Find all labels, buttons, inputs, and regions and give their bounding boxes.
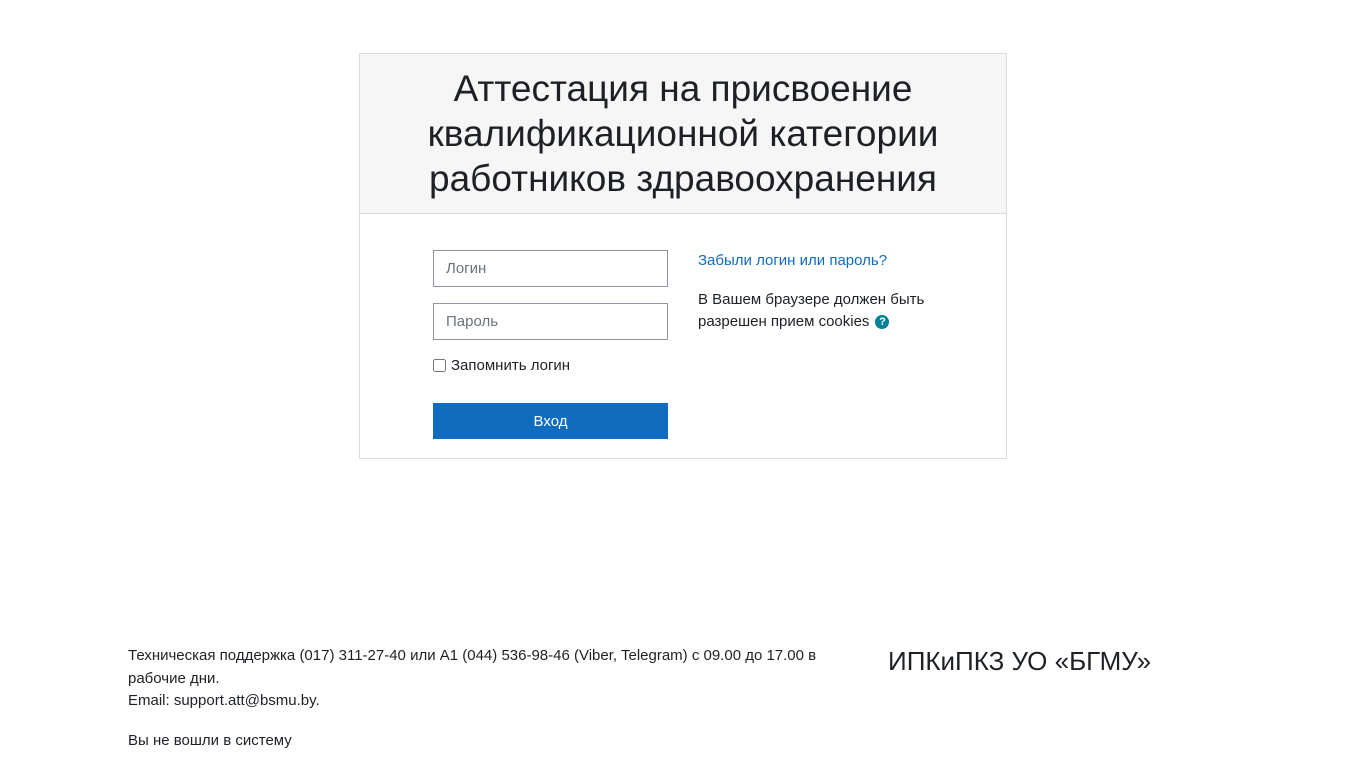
login-form: Запомнить логин Вход xyxy=(433,250,668,439)
login-button[interactable]: Вход xyxy=(433,403,668,439)
login-card: Аттестация на присвоение квалификационно… xyxy=(359,53,1007,459)
username-input[interactable] xyxy=(433,250,668,287)
remember-username-label[interactable]: Запомнить логин xyxy=(451,357,570,374)
forgot-password-link[interactable]: Забыли логин или пароль? xyxy=(698,250,948,272)
remember-username-checkbox[interactable] xyxy=(433,358,446,372)
login-side-info: Забыли логин или пароль? В Вашем браузер… xyxy=(698,250,948,333)
password-input[interactable] xyxy=(433,303,668,340)
support-text: Техническая поддержка (017) 311-27-40 ил… xyxy=(128,647,817,687)
cookies-notice-text: В Вашем браузере должен быть разрешен пр… xyxy=(698,291,925,330)
login-card-header: Аттестация на присвоение квалификационно… xyxy=(360,54,1006,214)
support-email: Email: support.att@bsmu.by. xyxy=(128,692,320,709)
login-status: Вы не вошли в систему xyxy=(128,731,292,749)
page-title: Аттестация на присвоение квалификационно… xyxy=(427,68,939,199)
remember-row: Запомнить логин xyxy=(433,354,668,376)
organization-name: ИПКиПКЗ УО «БГМУ» xyxy=(888,646,1152,676)
question-circle-icon[interactable]: ? xyxy=(875,315,890,330)
footer-info: Техническая поддержка (017) 311-27-40 ил… xyxy=(128,645,828,752)
cookies-notice: В Вашем браузере должен быть разрешен пр… xyxy=(698,289,948,333)
login-card-body: Запомнить логин Вход Забыли логин или па… xyxy=(360,214,1006,458)
